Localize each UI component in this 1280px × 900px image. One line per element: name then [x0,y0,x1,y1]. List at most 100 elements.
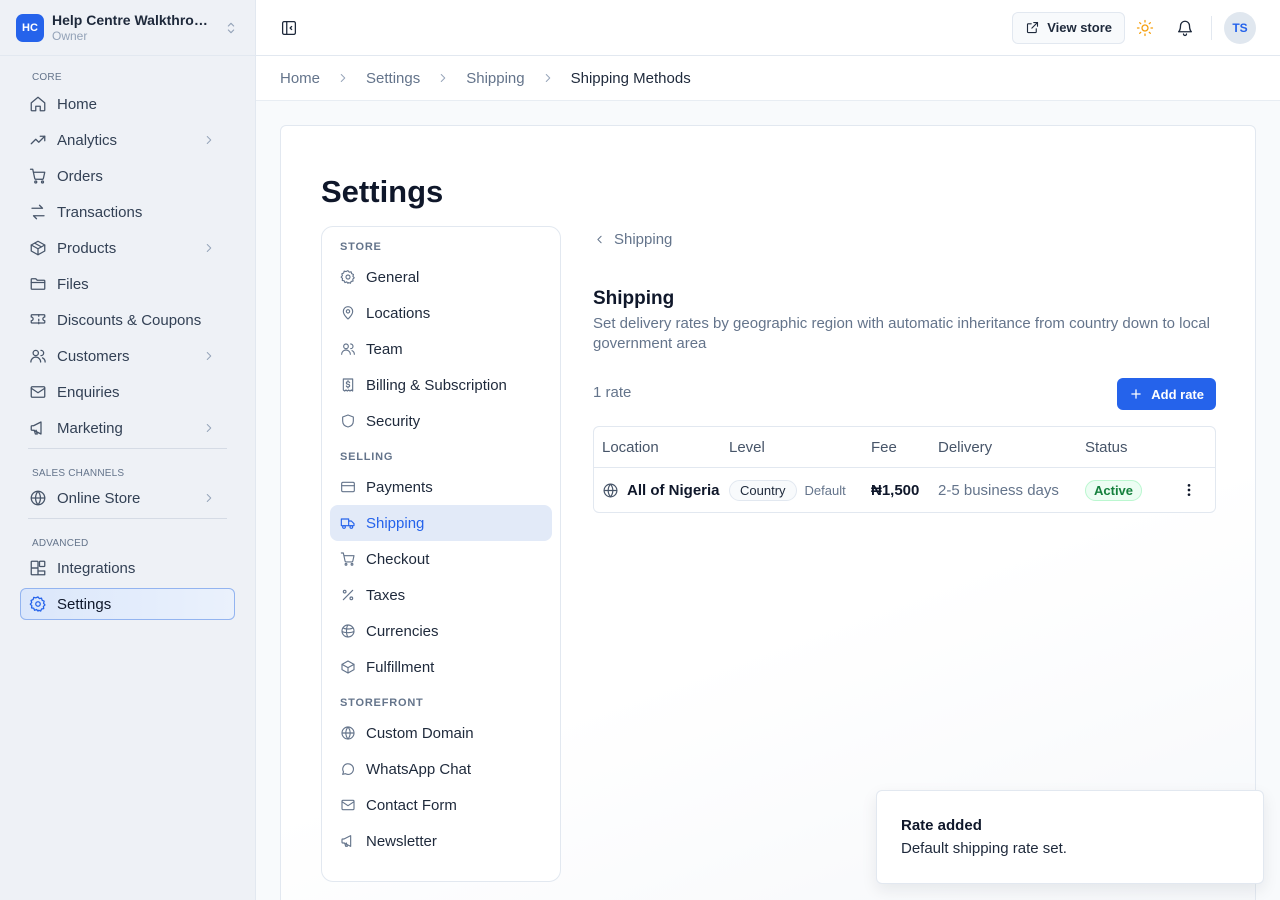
settings-item-label: Payments [366,478,433,496]
chevron-right-icon [336,71,350,85]
notifications-button[interactable] [1165,12,1205,44]
users-icon [340,341,356,357]
view-store-button[interactable]: View store [1012,11,1125,44]
section-title: Shipping [593,288,675,309]
settings-item-newsletter[interactable]: Newsletter [330,823,552,859]
coins-icon [340,623,356,639]
sidebar-item-files[interactable]: Files [20,268,235,300]
settings-item-whatsapp[interactable]: WhatsApp Chat [330,751,552,787]
sidebar-item-enquiries[interactable]: Enquiries [20,376,235,408]
home-icon [29,95,47,113]
breadcrumb-home[interactable]: Home [280,70,320,87]
sidebar-item-label: Marketing [57,419,123,437]
workspace-switcher[interactable]: HC Help Centre Walkthrough Owner [0,0,255,56]
settings-item-currencies[interactable]: Currencies [330,613,552,649]
cart-icon [340,551,356,567]
sidebar-item-label: Orders [57,167,103,185]
settings-item-label: Team [366,340,403,358]
back-link[interactable]: Shipping [593,229,672,249]
settings-item-fulfillment[interactable]: Fulfillment [330,649,552,685]
settings-item-checkout[interactable]: Checkout [330,541,552,577]
chat-icon [340,761,356,777]
settings-item-custom-domain[interactable]: Custom Domain [330,715,552,751]
sidebar-item-products[interactable]: Products [20,232,235,264]
settings-item-label: WhatsApp Chat [366,760,472,778]
sidebar-item-marketing[interactable]: Marketing [20,412,235,444]
chevron-right-icon [202,491,216,505]
chevron-left-icon [593,233,606,246]
sidebar-item-label: Files [57,275,89,293]
map-pin-icon [340,305,356,321]
settings-item-billing[interactable]: Billing & Subscription [330,367,552,403]
sidebar-item-label: Home [57,95,98,113]
gear-icon [29,595,47,613]
add-rate-button[interactable]: Add rate [1117,378,1216,410]
sidebar-item-home[interactable]: Home [20,88,235,120]
settings-item-general[interactable]: General [330,259,552,295]
settings-nav-group-label: STOREFRONT [340,697,424,709]
settings-item-label: Newsletter [366,832,437,850]
settings-item-taxes[interactable]: Taxes [330,577,552,613]
table-row[interactable]: All of Nigeria Country Default ₦1,500 2-… [594,468,1215,512]
breadcrumb-current: Shipping Methods [570,69,691,87]
sidebar-item-label: Enquiries [57,383,120,401]
sidebar-item-analytics[interactable]: Analytics [20,124,235,156]
settings-item-label: Shipping [366,514,425,532]
external-link-icon [1025,20,1040,35]
percent-icon [340,587,356,603]
cell-delivery: 2-5 business days [938,481,1059,499]
truck-icon [340,515,356,531]
settings-item-team[interactable]: Team [330,331,552,367]
nav-group-label: CORE [32,72,62,83]
blocks-icon [29,559,47,577]
rate-count: 1 rate [593,384,632,401]
level-badge: Country [729,479,797,501]
sidebar-item-settings[interactable]: Settings [20,588,235,620]
header-delivery: Delivery [938,438,993,456]
sidebar-item-integrations[interactable]: Integrations [20,552,235,584]
card-icon [340,479,356,495]
cell-level: Country Default [729,479,871,501]
nav-group-sales-channels: SALES CHANNELS Online Store [0,449,255,519]
header-location: Location [602,438,659,456]
page-title: Settings [321,174,444,209]
mail-icon [340,797,356,813]
settings-item-label: Currencies [366,622,439,640]
sidebar-item-label: Integrations [57,559,136,577]
sidebar-item-transactions[interactable]: Transactions [20,196,235,228]
breadcrumb-shipping[interactable]: Shipping [466,70,524,87]
settings-item-contact-form[interactable]: Contact Form [330,787,552,823]
header-level: Level [729,438,765,456]
sidebar-toggle-icon[interactable] [280,19,298,37]
settings-item-label: Contact Form [366,796,457,814]
location-name: All of Nigeria [627,481,720,499]
nav-group-advanced: ADVANCED Integrations Settings [0,519,255,620]
sidebar-item-customers[interactable]: Customers [20,340,235,372]
settings-item-label: Fulfillment [366,658,435,676]
settings-item-label: Locations [366,304,431,322]
settings-item-label: Checkout [366,550,430,568]
settings-nav: STORE General Locations Team Billing & S… [321,226,561,882]
settings-item-locations[interactable]: Locations [330,295,552,331]
chevron-right-icon [202,241,216,255]
theme-toggle-button[interactable] [1125,12,1165,44]
megaphone-icon [29,419,47,437]
settings-nav-group-label: STORE [340,241,382,253]
gear-icon [340,269,356,285]
sidebar-item-orders[interactable]: Orders [20,160,235,192]
chevron-right-icon [436,71,450,85]
settings-item-label: Taxes [366,586,406,604]
sidebar-item-discounts[interactable]: Discounts & Coupons [20,304,235,336]
breadcrumb-settings[interactable]: Settings [366,70,420,87]
toast-notification[interactable]: Rate added Default shipping rate set. [876,790,1264,884]
folder-icon [29,275,47,293]
nav-group-label: SALES CHANNELS [32,468,125,479]
avatar[interactable]: TS [1224,11,1256,44]
sidebar-item-online-store[interactable]: Online Store [20,482,235,514]
settings-item-security[interactable]: Security [330,403,552,439]
settings-item-payments[interactable]: Payments [330,469,552,505]
row-actions-button[interactable] [1163,482,1215,498]
settings-item-shipping[interactable]: Shipping [330,505,552,541]
workspace-logo: HC [16,13,44,42]
breadcrumb: Home Settings Shipping Shipping Methods [256,56,1280,101]
